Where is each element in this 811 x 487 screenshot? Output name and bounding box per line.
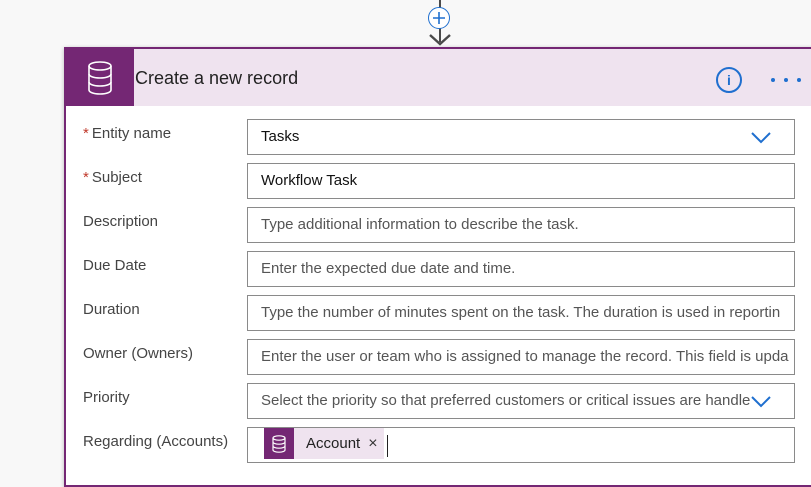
duration-input[interactable]: Type the number of minutes spent on the … (247, 295, 795, 331)
field-label: Description (83, 213, 159, 230)
due-date-input[interactable]: Enter the expected due date and time. (247, 251, 795, 287)
card-header[interactable]: Create a new record i (66, 49, 811, 106)
field-row-regarding: Regarding (Accounts) Account × (66, 427, 811, 463)
field-label: Duration (83, 301, 140, 318)
create-record-card: Create a new record i * Entity name Tasks… (64, 47, 811, 487)
field-label: Owner (Owners) (83, 345, 194, 362)
field-row-owner: Owner (Owners) Enter the user or team wh… (66, 339, 811, 375)
arrow-down-icon (429, 34, 451, 46)
description-input[interactable]: Type additional information to describe … (247, 207, 795, 243)
plus-icon (433, 12, 445, 24)
required-marker: * (83, 169, 89, 186)
add-step-button[interactable] (428, 7, 450, 29)
priority-placeholder: Select the priority so that preferred cu… (261, 392, 751, 409)
more-options-icon[interactable] (771, 69, 801, 91)
field-row-due-date: Due Date Enter the expected due date and… (66, 251, 811, 287)
field-label: * Subject (83, 169, 142, 186)
field-row-duration: Duration Type the number of minutes spen… (66, 295, 811, 331)
chevron-down-icon[interactable] (750, 131, 772, 145)
subject-input[interactable]: Workflow Task (247, 163, 795, 199)
token-label: Account (306, 434, 361, 452)
action-icon-tile (66, 49, 134, 106)
token-remove-button[interactable]: × (368, 428, 383, 461)
owner-input[interactable]: Enter the user or team who is assigned t… (247, 339, 795, 375)
required-marker: * (83, 125, 89, 142)
field-row-entity-name: * Entity name Tasks (66, 119, 811, 155)
field-row-description: Description Type additional information … (66, 207, 811, 243)
info-glyph: i (727, 72, 731, 88)
field-label: * Entity name (83, 125, 172, 142)
account-token[interactable]: Account × (264, 428, 384, 459)
entity-name-value: Tasks (261, 128, 300, 145)
priority-select[interactable]: Select the priority so that preferred cu… (247, 383, 795, 419)
database-icon (272, 434, 286, 453)
field-row-priority: Priority Select the priority so that pre… (66, 383, 811, 419)
database-icon (88, 60, 112, 95)
chevron-down-icon[interactable] (750, 395, 772, 409)
regarding-input[interactable]: Account × (247, 427, 795, 463)
field-row-subject: * Subject Workflow Task (66, 163, 811, 199)
info-icon[interactable]: i (716, 67, 742, 93)
action-title: Create a new record (135, 68, 299, 88)
field-label: Priority (83, 389, 130, 406)
token-icon-tile (264, 428, 294, 459)
text-caret (387, 435, 388, 457)
field-label: Regarding (Accounts) (83, 433, 229, 450)
entity-name-select[interactable]: Tasks (247, 119, 795, 155)
field-label: Due Date (83, 257, 147, 274)
